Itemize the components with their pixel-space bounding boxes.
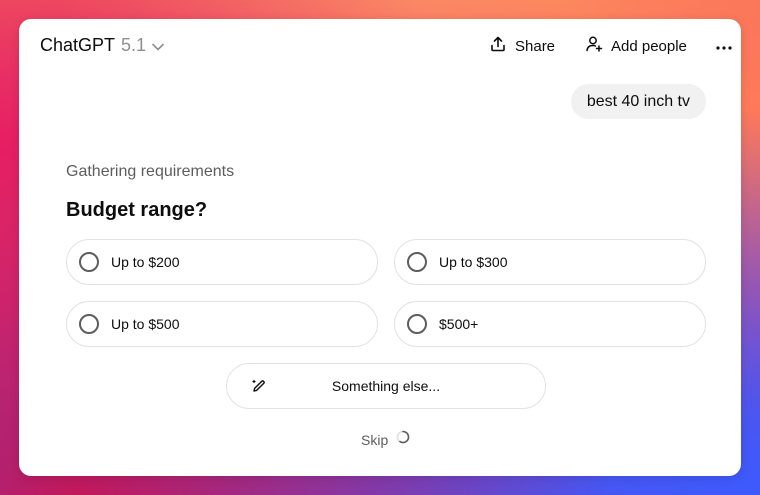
share-button[interactable]: Share (489, 35, 555, 57)
radio-button[interactable] (79, 314, 99, 334)
option-label: Up to $300 (439, 254, 508, 270)
pencil-icon (251, 378, 267, 399)
chevron-down-icon (150, 35, 164, 56)
something-else-label: Something else... (331, 378, 441, 394)
add-person-icon (585, 35, 603, 57)
more-options-button[interactable] (713, 35, 735, 57)
spinner-icon (396, 430, 410, 449)
add-people-label: Add people (611, 37, 687, 55)
share-label: Share (515, 37, 556, 55)
radio-button[interactable] (79, 252, 99, 272)
radio-button[interactable] (407, 314, 427, 334)
radio-button[interactable] (407, 252, 427, 272)
model-version: 5.1 (121, 35, 147, 55)
user-message-bubble: best 40 inch tv (570, 84, 706, 119)
status-text: Gathering requirements (66, 163, 235, 180)
option-up-to-300[interactable]: Up to $300 (394, 239, 706, 285)
chat-window: ChatGPT 5.1 Share Add people best 40 inc… (19, 19, 741, 476)
option-label: $500+ (439, 316, 479, 332)
model-selector[interactable]: ChatGPT 5.1 (40, 35, 164, 56)
option-up-to-200[interactable]: Up to $200 (66, 239, 378, 285)
option-label: Up to $500 (111, 316, 180, 332)
something-else-button[interactable]: Something else... (226, 363, 546, 409)
share-upload-icon (489, 35, 507, 57)
top-bar: ChatGPT 5.1 Share Add people (19, 19, 741, 71)
model-name: ChatGPT (40, 35, 116, 55)
option-up-to-500[interactable]: Up to $500 (66, 301, 378, 347)
more-horizontal-icon (716, 37, 732, 55)
skip-button[interactable]: Skip (361, 432, 388, 448)
option-label: Up to $200 (111, 254, 180, 270)
option-500-plus[interactable]: $500+ (394, 301, 706, 347)
question-title: Budget range? (66, 199, 208, 221)
add-people-button[interactable]: Add people (585, 35, 687, 57)
skip-row: Skip (361, 430, 410, 449)
user-message-text: best 40 inch tv (586, 92, 690, 110)
